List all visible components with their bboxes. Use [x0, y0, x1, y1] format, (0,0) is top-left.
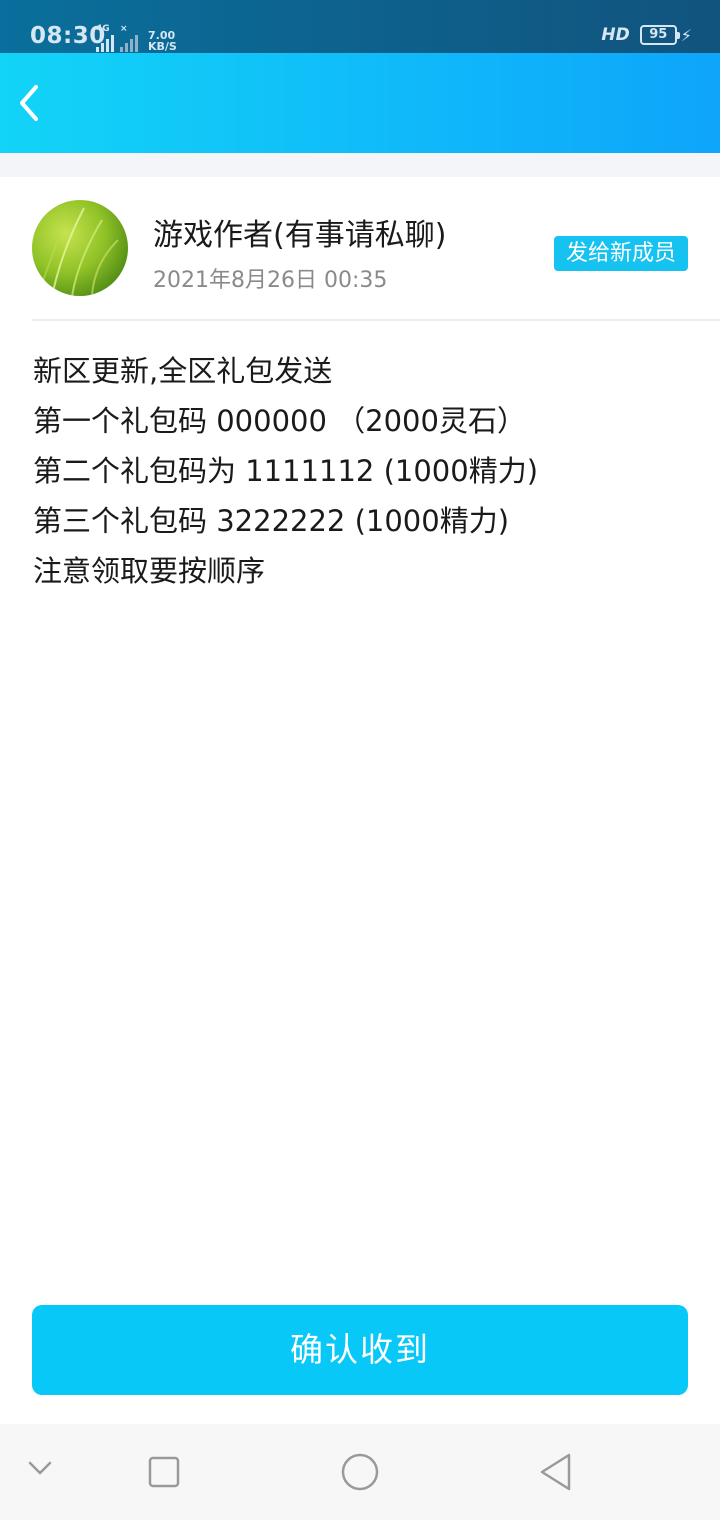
signal-sim2-icon: × — [120, 25, 138, 52]
triangle-back-icon[interactable] — [538, 1452, 574, 1496]
divider — [32, 319, 720, 321]
circle-icon[interactable] — [340, 1452, 380, 1496]
app-header — [0, 53, 720, 153]
battery-icon: 95 — [639, 25, 680, 45]
sender-name: 游戏作者(有事请私聊) — [153, 218, 447, 253]
new-member-badge: 发给新成员 — [554, 236, 688, 271]
chevron-left-icon — [20, 85, 38, 121]
signal-4g-icon: 4G — [96, 25, 114, 52]
square-icon[interactable] — [147, 1455, 181, 1493]
notice-timestamp: 2021年8月26日 00:35 — [153, 268, 388, 293]
system-indicators: HD 95 ⚡ — [601, 25, 692, 45]
chevron-down-icon[interactable] — [26, 1458, 54, 1482]
avatar[interactable] — [32, 200, 128, 296]
message-line: 第一个礼包码 000000 （2000灵石） — [33, 404, 526, 438]
message-line: 注意领取要按顺序 — [33, 554, 266, 588]
message-line: 新区更新,全区礼包发送 — [33, 354, 333, 388]
network-label: 4G — [96, 24, 110, 34]
back-button[interactable] — [12, 81, 52, 125]
message-line: 第二个礼包码为 1111112 (1000精力) — [33, 454, 539, 488]
system-nav-bar — [0, 1424, 720, 1520]
net-speed: 7.00 KB/S — [148, 29, 177, 53]
hd-call-icon: HD — [601, 25, 630, 45]
section-separator — [0, 153, 720, 177]
network-indicators: 4G × 7.00 KB/S — [96, 25, 177, 52]
battery-level: 95 — [649, 27, 668, 42]
notice-message: 新区更新,全区礼包发送 第一个礼包码 000000 （2000灵石） 第二个礼包… — [33, 346, 693, 596]
grass-avatar-image — [39, 207, 119, 296]
status-time: 08:30 — [30, 23, 106, 49]
confirm-received-button[interactable]: 确认收到 — [32, 1305, 688, 1395]
charging-icon: ⚡ — [680, 25, 692, 45]
status-bar: 08:30 4G × 7.00 KB/S HD 95 ⚡ — [0, 0, 720, 53]
message-line: 第三个礼包码 3222222 (1000精力) — [33, 504, 510, 538]
